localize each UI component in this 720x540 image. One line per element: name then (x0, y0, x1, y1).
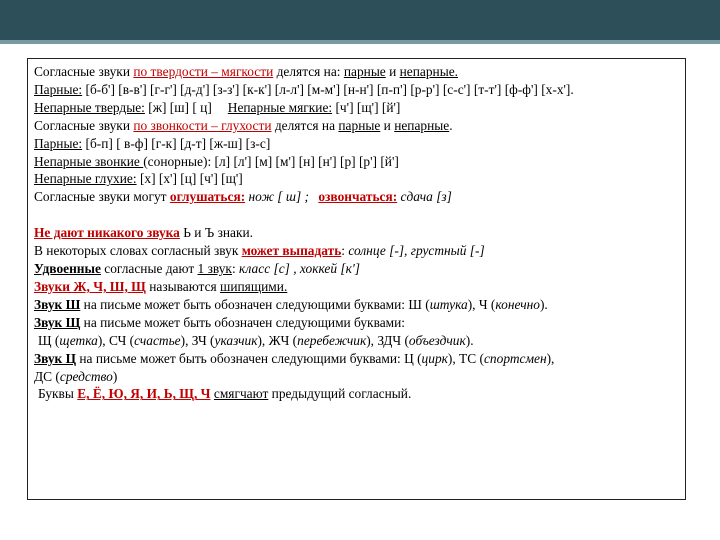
paired-list: [б-б'] [в-в'] [г-г'] [д-д'] [з-з'] [к-к'… (82, 81, 574, 97)
example-voicing: сдача [з] (397, 189, 452, 205)
term-sound-ts: Звук Ц (34, 350, 77, 366)
text: ). (539, 296, 548, 312)
line-sibilants: Звуки Ж, Ч, Ш, Щ называются шипящими. (34, 278, 679, 296)
term-drop-out: может выпадать (241, 243, 342, 259)
text: ), ЗДЧ ( (366, 332, 409, 348)
text: ), ТС ( (447, 350, 484, 366)
text: делятся на: (273, 64, 344, 79)
label-unpaired-voiceless: Непарные глухие: (34, 171, 137, 187)
example-word: цирк (421, 350, 448, 366)
text: согласные дают (100, 261, 198, 277)
term-hardness: по твердости – мягкости (133, 64, 274, 79)
header-accent-line (0, 40, 720, 44)
text: называются (145, 278, 221, 294)
text: ), ЖЧ ( (257, 332, 298, 348)
label-paired: Парные: (34, 81, 83, 97)
label-unpaired-hard: Непарные твердые: (34, 99, 145, 115)
term-voicing: по звонкости – глухости (133, 117, 272, 133)
text: Буквы (38, 386, 78, 402)
text: делятся на (271, 117, 339, 133)
example-word: спортсмен (483, 350, 547, 366)
rules-panel: Согласные звуки по твердости – мягкости … (27, 58, 686, 500)
term-paired: парные (338, 117, 381, 133)
text: Согласные звуки (34, 64, 134, 79)
line-sound-shch: Звук Щ на письме может быть обозначен сл… (34, 314, 679, 332)
line-unpaired-voiced: Непарные звонкие (сонорные): [л] [л'] [м… (34, 153, 679, 171)
line-doubled: Удвоенные согласные дают 1 звук: класс [… (34, 260, 679, 278)
term-sound-sh: Звук Ш (34, 296, 81, 312)
text: Ь и Ъ знаки. (179, 225, 254, 241)
term-paired: парные (343, 64, 386, 79)
line-devoicing: Согласные звуки могут оглушаться: нож [ … (34, 188, 679, 206)
line-voiced-voiceless: Согласные звуки по звонкости – глухости … (34, 117, 679, 135)
text: Щ ( (38, 332, 60, 348)
line-ds-example: ДС (средство) (34, 368, 679, 386)
example-word: счастье (134, 332, 181, 348)
unpaired-voiced-list: (сонорные): [л] [л'] [м] [м'] [н] [н'] [… (143, 153, 399, 169)
text: на письме может быть обозначен следующим… (76, 350, 422, 366)
term-soften: смягчают (213, 386, 269, 402)
line-unpaired-hard-soft: Непарные твердые: [ж] [ш] [ ц] Непарные м… (34, 99, 679, 117)
term-sibilant-sounds: Звуки Ж, Ч, Ш, Щ (34, 278, 146, 294)
term-sibilants: шипящими. (220, 278, 288, 294)
term-doubled: Удвоенные (34, 261, 101, 277)
text: : (231, 261, 240, 277)
slide-header-bar (0, 0, 720, 44)
example-word: средство (59, 368, 113, 384)
text: ДС ( (34, 368, 60, 384)
term-devoicing: оглушаться: (169, 189, 246, 205)
line-soft-hard: Согласные звуки по твердости – мягкости … (34, 63, 679, 81)
term-voicing-assim: озвончаться: (318, 189, 398, 205)
text: ), (546, 350, 555, 366)
example-word: перебежчик (297, 332, 367, 348)
term-sound-shch: Звук Щ (34, 314, 81, 330)
paired-voicing-list: [б-п] [ в-ф] [г-к] [д-т] [ж-ш] [з-с] (82, 135, 271, 151)
text: и (380, 117, 395, 133)
text: предыдущий согласный. (268, 386, 412, 402)
text: ). (465, 332, 474, 348)
term-one-sound: 1 звук (197, 261, 232, 277)
example-devoicing: нож [ ш] ; (245, 189, 313, 205)
term-softening-letters: Е, Ё, Ю, Я, И, Ь, Щ, Ч (77, 386, 211, 402)
example-word: конечно (495, 296, 540, 312)
text: ) (112, 368, 118, 384)
label-paired: Парные: (34, 135, 83, 151)
line-no-sound: Не дают никакого звука Ь и Ъ знаки. (34, 224, 679, 242)
line-paired-hardness: Парные: [б-б'] [в-в'] [г-г'] [д-д'] [з-з… (34, 81, 679, 99)
line-shch-examples: Щ (щетка), СЧ (счастье), ЗЧ (указчик), Ж… (34, 332, 679, 350)
line-sound-sh: Звук Ш на письме может быть обозначен сл… (34, 296, 679, 314)
text: и (385, 64, 400, 79)
text: . (449, 117, 453, 133)
line-drop-out: В некоторых словах согласный звук может … (34, 242, 679, 260)
text: В некоторых словах согласный звук (34, 243, 242, 259)
term-unpaired: непарные (394, 117, 450, 133)
unpaired-hard-list: [ж] [ш] [ ц] (144, 99, 212, 115)
term-unpaired: непарные. (399, 64, 459, 79)
line-unpaired-voiceless: Непарные глухие: [х] [х'] [ц] [ч'] [щ'] (34, 170, 679, 188)
text: Согласные звуки могут (34, 189, 170, 205)
line-softening-letters: Буквы Е, Ё, Ю, Я, И, Ь, Щ, Ч смягчают пр… (34, 385, 679, 403)
unpaired-voiceless-list: [х] [х'] [ц] [ч'] [щ'] (136, 171, 243, 187)
label-unpaired-soft: Непарные мягкие: (227, 99, 333, 115)
text: Согласные звуки (34, 117, 134, 133)
text: на письме может быть обозначен следующим… (80, 296, 430, 312)
example-word: штука (429, 296, 468, 312)
example-drop-out: солнце [-], грустный [-] (348, 243, 485, 259)
example-word: объездчик (408, 332, 466, 348)
unpaired-soft-list: [ч'] [щ'] [й'] (332, 99, 401, 115)
line-paired-voicing: Парные: [б-п] [ в-ф] [г-к] [д-т] [ж-ш] [… (34, 135, 679, 153)
text: ), ЗЧ ( (180, 332, 215, 348)
line-sound-ts: Звук Ц на письме может быть обозначен сл… (34, 350, 679, 368)
term-no-sound: Не дают никакого звука (34, 225, 180, 241)
label-unpaired-voiced: Непарные звонкие (34, 153, 144, 169)
text: на письме может быть обозначен следующим… (80, 314, 406, 330)
text: ), СЧ ( (97, 332, 135, 348)
example-word: щетка (59, 332, 98, 348)
text: ), Ч ( (467, 296, 496, 312)
example-doubled: класс [с] , хоккей [к'] (239, 261, 360, 277)
example-word: указчик (214, 332, 258, 348)
